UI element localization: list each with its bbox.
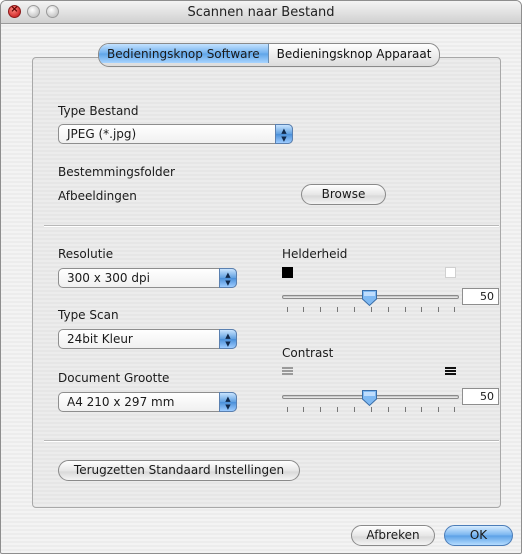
updown-arrows-icon: ▲ ▼ xyxy=(219,329,237,349)
light-swatch-icon xyxy=(445,267,456,278)
brightness-label: Helderheid xyxy=(282,247,348,261)
contrast-slider-thumb[interactable] xyxy=(361,389,378,407)
contrast-value[interactable]: 50 xyxy=(462,388,499,405)
document-size-select[interactable]: A4 210 x 297 mm ▲ ▼ xyxy=(58,392,237,412)
tab-device[interactable]: Bedieningsknop Apparaat xyxy=(269,44,440,63)
destination-label: Bestemmingsfolder xyxy=(58,165,175,179)
file-type-value: JPEG (*.jpg) xyxy=(67,127,137,141)
scan-type-select[interactable]: 24bit Kleur ▲ ▼ xyxy=(58,329,237,349)
browse-button[interactable]: Browse xyxy=(301,184,386,205)
dialog-window: × Scannen naar Bestand Bedieningsknop So… xyxy=(0,0,522,554)
low-contrast-icon xyxy=(282,367,293,378)
resolution-value: 300 x 300 dpi xyxy=(67,271,150,285)
brightness-slider-thumb[interactable] xyxy=(361,289,378,307)
scan-type-label: Type Scan xyxy=(58,308,119,322)
updown-arrows-icon: ▲ ▼ xyxy=(275,124,293,144)
document-size-value: A4 210 x 297 mm xyxy=(67,395,175,409)
contrast-label: Contrast xyxy=(282,346,334,360)
contrast-ticks xyxy=(287,407,455,413)
scan-type-value: 24bit Kleur xyxy=(67,332,133,346)
updown-arrows-icon: ▲ ▼ xyxy=(219,268,237,288)
brightness-value[interactable]: 50 xyxy=(462,288,499,305)
dark-swatch-icon xyxy=(282,267,293,278)
cancel-button[interactable]: Afbreken xyxy=(351,525,435,546)
high-contrast-icon xyxy=(445,367,456,378)
updown-arrows-icon: ▲ ▼ xyxy=(219,392,237,412)
document-size-label: Document Grootte xyxy=(58,371,170,385)
window-title: Scannen naar Bestand xyxy=(187,5,335,20)
resolution-label: Resolutie xyxy=(58,247,114,261)
separator xyxy=(44,225,499,227)
resolution-select[interactable]: 300 x 300 dpi ▲ ▼ xyxy=(58,268,237,288)
tab-bar: Bedieningsknop Software Bedieningsknop A… xyxy=(98,43,441,67)
title-bar: × Scannen naar Bestand xyxy=(1,1,521,24)
brightness-ticks xyxy=(287,307,455,313)
reset-defaults-button[interactable]: Terugzetten Standaard Instellingen xyxy=(58,460,300,481)
tab-software[interactable]: Bedieningsknop Software xyxy=(99,44,269,63)
file-type-select[interactable]: JPEG (*.jpg) ▲ ▼ xyxy=(58,124,293,144)
separator xyxy=(44,440,499,442)
file-type-label: Type Bestand xyxy=(58,104,139,118)
destination-folder: Afbeeldingen xyxy=(58,189,137,203)
ok-button[interactable]: OK xyxy=(444,525,513,546)
